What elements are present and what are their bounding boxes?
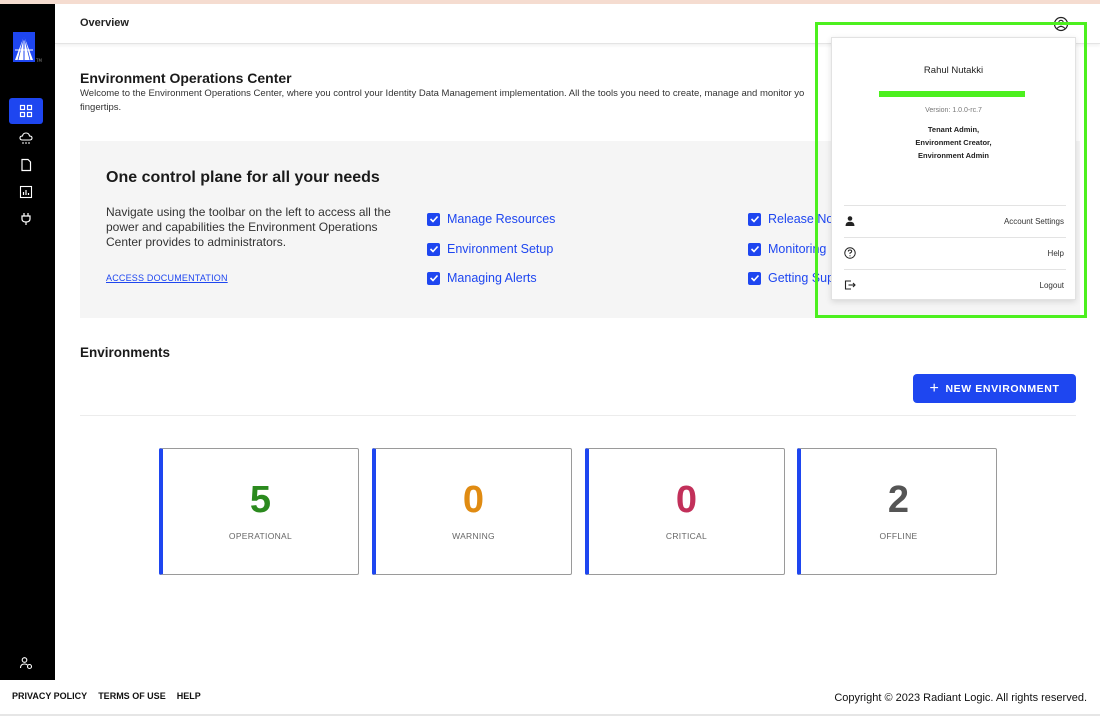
stat-label: CRITICAL xyxy=(665,531,708,541)
menu-item-label: Help xyxy=(1047,249,1064,258)
stat-value: 0 xyxy=(462,479,485,521)
access-documentation-link[interactable]: ACCESS DOCUMENTATION xyxy=(106,273,228,283)
app-version: Version: 1.0.0-rc.7 xyxy=(925,107,982,114)
terms-of-use-link[interactable]: TERMS OF USE xyxy=(98,691,166,701)
help-link[interactable]: HELP xyxy=(177,691,201,701)
page-description-end: fingertips. xyxy=(80,102,122,113)
sidebar-item-connectors[interactable] xyxy=(9,206,43,232)
plus-icon: + xyxy=(929,379,940,397)
checkbox-icon xyxy=(427,242,440,256)
menu-item-help[interactable]: Help xyxy=(844,237,1066,269)
banner-text: Navigate using the toolbar on the left t… xyxy=(106,205,391,249)
page-description: Welcome to the Environment Operations Ce… xyxy=(80,87,840,115)
menu-item-logout[interactable]: Logout xyxy=(844,269,1066,301)
stat-value: 2 xyxy=(887,479,910,521)
sidebar: TM xyxy=(0,4,55,680)
stat-label: WARNING xyxy=(452,531,495,541)
page-description-text: Welcome to the Environment Operations Ce… xyxy=(80,88,805,99)
new-environment-button[interactable]: + NEW ENVIRONMENT xyxy=(913,374,1076,403)
privacy-policy-link[interactable]: PRIVACY POLICY xyxy=(12,691,87,701)
stat-value: 5 xyxy=(249,479,272,521)
logout-icon xyxy=(844,280,856,290)
user-role: Environment Creator, xyxy=(915,138,992,147)
footer-links: PRIVACY POLICY TERMS OF USE HELP xyxy=(12,691,201,701)
sidebar-item-environments[interactable] xyxy=(9,125,43,151)
stat-label: OFFLINE xyxy=(879,531,918,541)
checkbox-icon xyxy=(748,212,761,226)
logo-icon[interactable]: TM xyxy=(12,30,42,66)
document-icon xyxy=(21,158,32,172)
user-menu-dropdown: Rahul Nutakki Version: 1.0.0-rc.7 Tenant… xyxy=(831,37,1076,300)
checkbox-icon xyxy=(427,271,440,285)
menu-item-account-settings[interactable]: Account Settings xyxy=(844,205,1066,237)
link-managing-alerts[interactable]: Managing Alerts xyxy=(427,271,537,285)
admin-settings-icon xyxy=(19,657,33,670)
checkbox-icon xyxy=(427,212,440,226)
sidebar-item-dashboard[interactable] xyxy=(9,98,43,124)
redaction-bar xyxy=(879,91,1025,97)
link-label: Environment Setup xyxy=(447,242,554,256)
cloud-icon xyxy=(19,132,33,144)
page-title: Environment Operations Center xyxy=(80,70,292,86)
menu-item-label: Logout xyxy=(1039,281,1064,290)
banner-title: One control plane for all your needs xyxy=(106,169,380,186)
link-environment-setup[interactable]: Environment Setup xyxy=(427,242,553,256)
checkbox-icon xyxy=(748,271,761,285)
menu-item-label: Account Settings xyxy=(1003,217,1064,226)
dashboard-icon xyxy=(19,104,33,118)
divider xyxy=(80,415,1076,416)
copyright-text: Copyright © 2023 Radiant Logic. All righ… xyxy=(834,692,1087,704)
plug-icon xyxy=(21,213,31,225)
help-icon xyxy=(844,247,856,259)
sidebar-item-admin-settings[interactable] xyxy=(9,650,43,676)
stat-value: 0 xyxy=(675,479,698,521)
chart-icon xyxy=(19,185,33,199)
user-role: Environment Admin xyxy=(918,151,989,160)
stat-card-operational[interactable]: 5 OPERATIONAL xyxy=(159,448,359,575)
link-manage-resources[interactable]: Manage Resources xyxy=(427,212,555,226)
page-header-title: Overview xyxy=(80,17,129,29)
new-environment-label: NEW ENVIRONMENT xyxy=(945,382,1060,395)
link-label: Manage Resources xyxy=(447,212,556,226)
stat-card-critical[interactable]: 0 CRITICAL xyxy=(585,448,785,575)
environments-title: Environments xyxy=(80,345,171,360)
link-label: Managing Alerts xyxy=(447,271,537,285)
checkbox-icon xyxy=(748,242,761,256)
user-name: Rahul Nutakki xyxy=(923,65,984,76)
sidebar-item-reports[interactable] xyxy=(9,179,43,205)
stat-card-offline[interactable]: 2 OFFLINE xyxy=(797,448,997,575)
stat-card-warning[interactable]: 0 WARNING xyxy=(372,448,572,575)
user-role: Tenant Admin, xyxy=(927,125,980,134)
person-icon xyxy=(845,216,855,226)
svg-text:TM: TM xyxy=(35,58,42,63)
stat-label: OPERATIONAL xyxy=(228,531,293,541)
sidebar-item-documents[interactable] xyxy=(9,152,43,178)
